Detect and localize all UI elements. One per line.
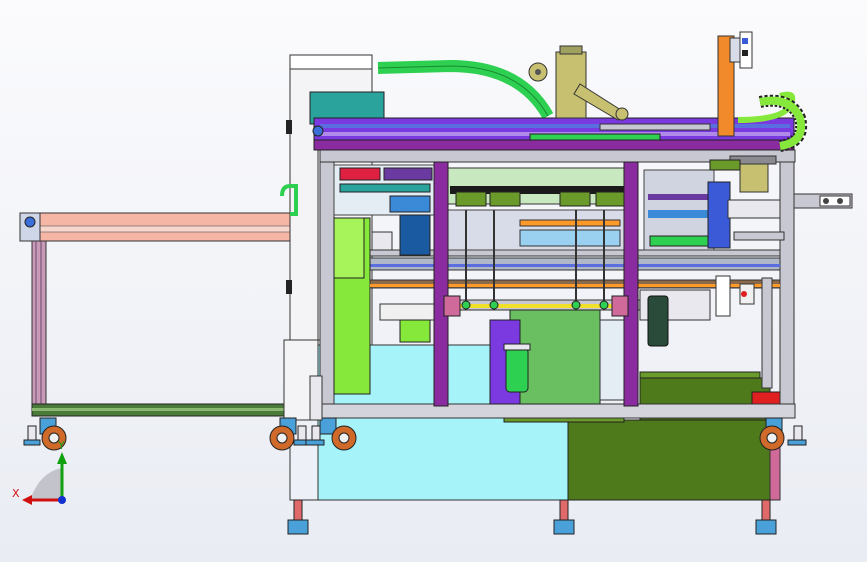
frame-left-post [319,159,335,413]
cad-assembly-view: Y X [12,31,853,535]
right-outrigger [793,193,853,209]
conveyor-end-roller [24,216,36,228]
blue-gear-block [707,181,731,249]
green-cable-hose [377,59,554,120]
left-conveyor [19,212,326,417]
triad-x-label: X [12,487,20,500]
base-panel-green [567,419,779,501]
leveling-feet [287,499,777,535]
caster-right [759,417,807,451]
cylinder-canister [505,347,529,393]
conveyor-inner-rail [39,225,326,233]
conveyor-left-leg [31,240,47,417]
frame-bottom-beam [319,403,796,419]
coordinate-triad: Y X [12,439,67,505]
frame-right-post [779,159,795,413]
triad-y-label: Y [57,439,65,452]
